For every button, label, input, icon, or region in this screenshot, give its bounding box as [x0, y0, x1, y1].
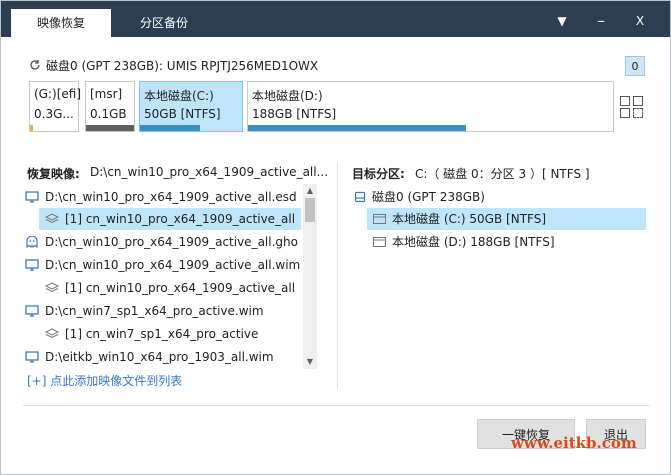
watermark-text: www.eitkb.com [511, 434, 637, 452]
refresh-icon[interactable] [29, 59, 41, 71]
partition-name: (G:)[efi] [34, 87, 82, 101]
target-partition-value: C:（ 磁盘 0：分区 3 ）[ NTFS ] [415, 167, 590, 181]
partition-usage-bar [248, 125, 466, 131]
tab-image-restore[interactable]: 映像恢复 [11, 9, 111, 37]
list-item[interactable]: D:\cn_win10_pro_x64_1909_active_all.wim [23, 254, 303, 276]
list-item-label: D:\eitkb_win10_x64_pro_1903_all.wim [45, 350, 274, 364]
list-item[interactable]: D:\cn_win10_pro_x64_1909_active_all.esd [23, 186, 303, 208]
partition-size: 50GB [NTFS] [144, 107, 221, 121]
title-bar: 映像恢复 分区备份 ▼ – X [1, 1, 670, 37]
app-window: 映像恢复 分区备份 ▼ – X 磁盘0 (GPT 238GB): UMIS RP… [0, 0, 671, 475]
scroll-thumb[interactable] [305, 198, 315, 222]
list-item[interactable]: [1] cn_win7_sp1_x64_pro_active [39, 323, 301, 345]
list-item[interactable]: D:\eitkb_win10_x64_pro_1903_all.wim [23, 346, 303, 368]
list-item[interactable]: [1] cn_win10_pro_x64_1909_active_all [39, 277, 301, 299]
tree-partition-item[interactable]: 本地磁盘 (D:) 188GB [NTFS] [367, 231, 646, 253]
partition-size: 0.3G... [34, 107, 74, 121]
grid-view-icon[interactable] [620, 108, 630, 118]
partition-name: 本地磁盘(D:) [252, 89, 323, 103]
tab-partition-backup[interactable]: 分区备份 [119, 9, 209, 37]
restore-image-value: D:\cn_win10_pro_x64_1909_active_all... [90, 165, 329, 179]
footer-divider [23, 405, 650, 406]
image-list[interactable]: D:\cn_win10_pro_x64_1909_active_all.esd … [23, 184, 319, 369]
tree-item-label: 本地磁盘 (C:) 50GB [NTFS] [392, 212, 547, 226]
partition-efi[interactable]: (G:)[efi] 0.3G... [29, 81, 82, 132]
list-item-label: [1] cn_win10_pro_x64_1909_active_all [65, 212, 296, 226]
partition-icon [373, 237, 386, 247]
tree-partition-item[interactable]: 本地磁盘 (C:) 50GB [NTFS] [367, 208, 646, 230]
tree-disk-item[interactable]: 磁盘0 (GPT 238GB) [352, 186, 642, 208]
monitor-icon [25, 351, 39, 363]
partition-c[interactable]: 本地磁盘(C:) 50GB [NTFS] [139, 81, 243, 132]
monitor-icon [25, 305, 39, 317]
list-item-label: [1] cn_win10_pro_x64_1909_active_all [65, 281, 296, 295]
restore-image-label: 恢复映像: [27, 167, 80, 181]
tree-item-label: 磁盘0 (GPT 238GB) [372, 190, 485, 204]
partition-name: 本地磁盘(C:) [144, 89, 214, 103]
list-item-label: D:\cn_win10_pro_x64_1909_active_all.gho [45, 235, 298, 249]
list-item[interactable]: [1] cn_win10_pro_x64_1909_active_all [39, 208, 301, 230]
partition-size: 0.1GB [90, 107, 127, 121]
partition-usage-bar [86, 125, 134, 131]
partition-usage-bar [30, 125, 33, 131]
scroll-down-icon[interactable]: ▼ [303, 355, 317, 369]
disk-count-badge[interactable]: 0 [625, 56, 645, 76]
layers-icon [45, 328, 59, 339]
partition-name: [msr] [90, 87, 123, 101]
disk-icon [354, 191, 366, 203]
add-image-link[interactable]: [+] 点此添加映像文件到列表 [27, 372, 182, 389]
layers-icon [45, 282, 59, 293]
image-list-scrollbar[interactable]: ▲ ▼ [303, 184, 317, 369]
list-view-icon[interactable] [633, 108, 643, 118]
disk-title: 磁盘0 (GPT 238GB): UMIS RPJTJ256MED1OWX [46, 59, 319, 73]
monitor-icon [25, 259, 39, 271]
layers-icon [45, 213, 59, 224]
close-button[interactable]: X [625, 9, 655, 33]
section-divider [337, 161, 338, 389]
list-item-label: [1] cn_win7_sp1_x64_pro_active [65, 327, 259, 341]
grid-view-icon[interactable] [633, 96, 643, 106]
list-item-label: D:\cn_win10_pro_x64_1909_active_all.esd [45, 190, 297, 204]
list-item[interactable]: D:\cn_win10_pro_x64_1909_active_all.gho [23, 231, 303, 253]
partition-usage-bar [140, 125, 200, 131]
partition-d[interactable]: 本地磁盘(D:) 188GB [NTFS] [247, 81, 614, 132]
dropdown-button[interactable]: ▼ [547, 9, 577, 33]
ghost-icon [26, 236, 38, 248]
monitor-icon [25, 191, 39, 203]
grid-view-icon[interactable] [620, 96, 630, 106]
list-item-label: D:\cn_win7_sp1_x64_pro_active.wim [45, 304, 264, 318]
minimize-button[interactable]: – [586, 9, 616, 33]
partition-size: 188GB [NTFS] [252, 107, 337, 121]
partition-icon [373, 214, 386, 224]
tree-item-label: 本地磁盘 (D:) 188GB [NTFS] [392, 235, 555, 249]
list-item[interactable]: D:\cn_win7_sp1_x64_pro_active.wim [23, 300, 303, 322]
partition-msr[interactable]: [msr] 0.1GB [85, 81, 135, 132]
scroll-up-icon[interactable]: ▲ [303, 184, 317, 198]
target-partition-label: 目标分区: [352, 167, 405, 181]
list-item-label: D:\cn_win10_pro_x64_1909_active_all.wim [45, 258, 301, 272]
